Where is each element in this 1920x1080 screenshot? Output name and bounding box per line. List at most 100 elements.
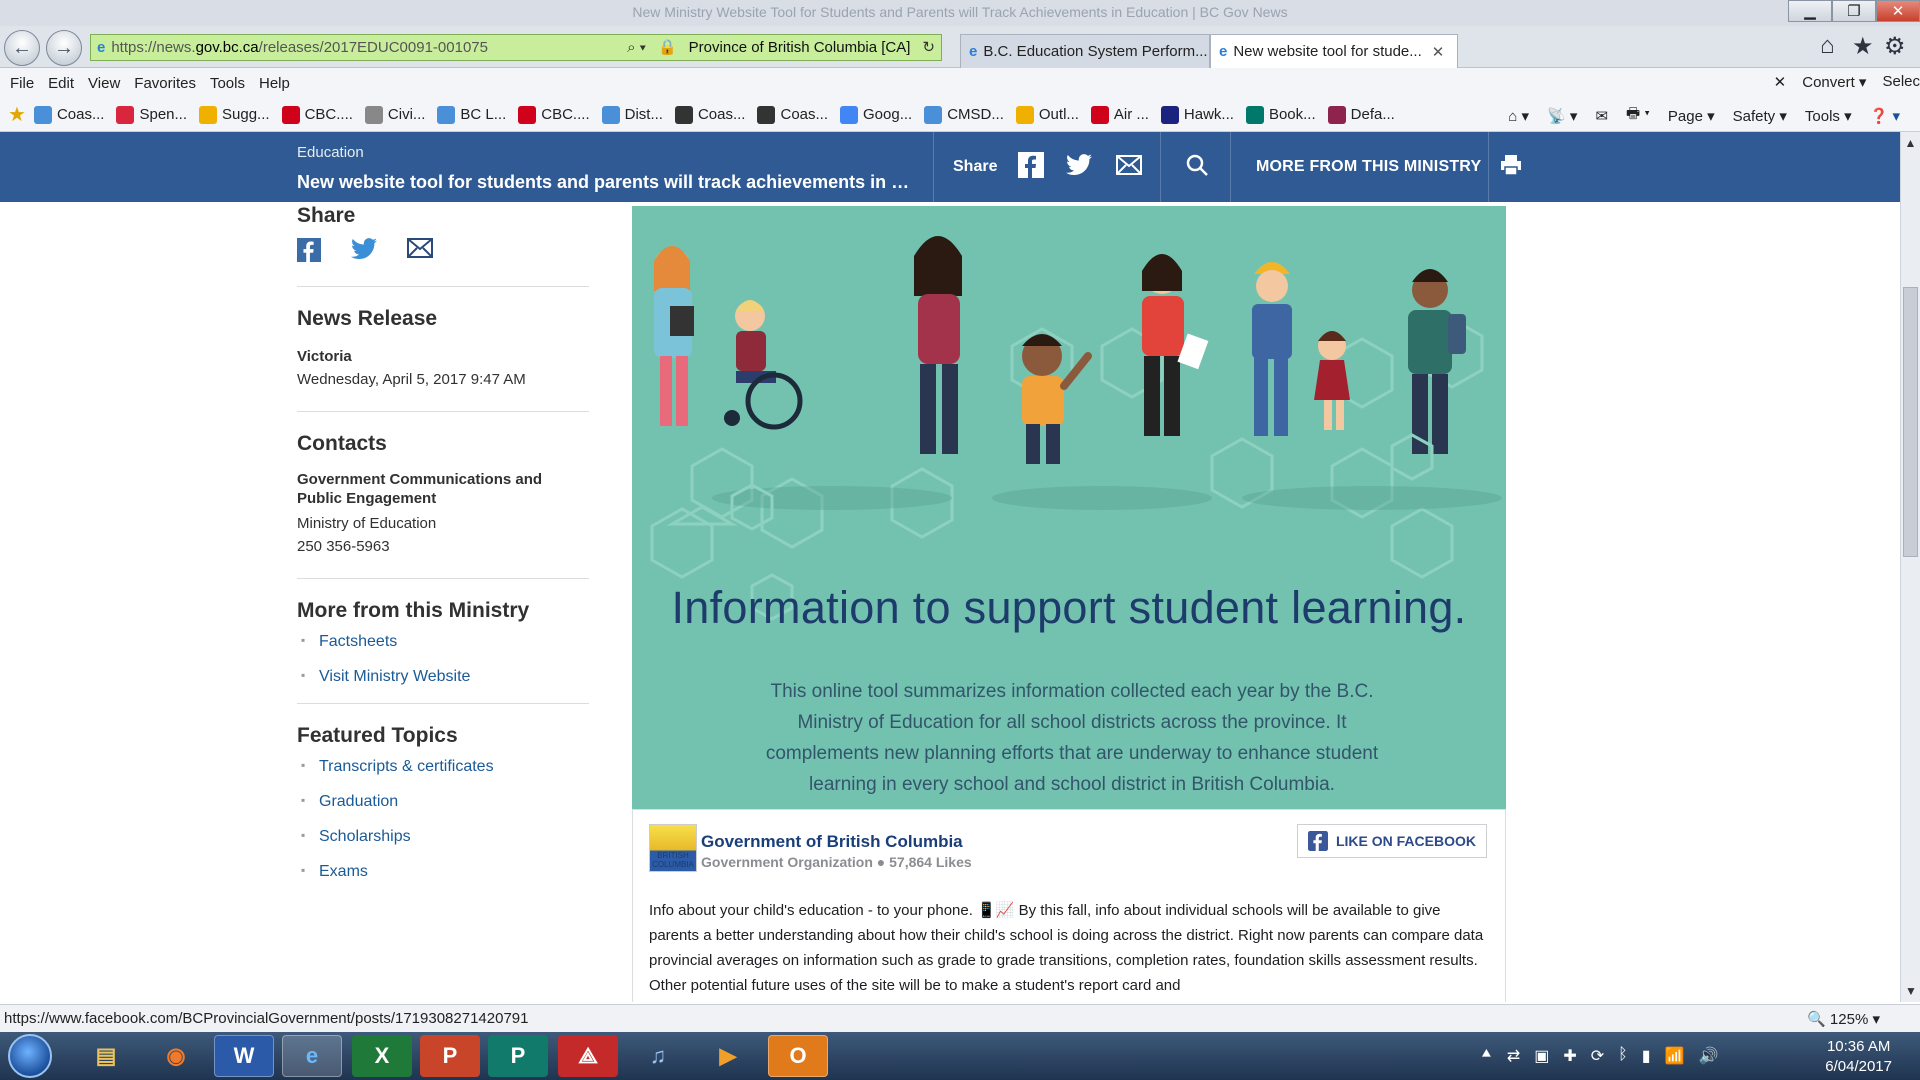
settings-gear-icon[interactable]: ⚙ [1884, 32, 1906, 61]
address-url[interactable]: https://news.gov.bc.ca/releases/2017EDUC… [105, 39, 488, 56]
device-icon[interactable]: ▮ [1642, 1046, 1651, 1066]
home-dropdown-icon[interactable]: ⌂ ▾ [1508, 107, 1529, 125]
bluetooth-icon[interactable]: ᛒ [1618, 1046, 1628, 1066]
favorite-item[interactable]: CBC.... [281, 105, 353, 124]
volume-icon[interactable]: 🔊 [1699, 1046, 1719, 1066]
bc-government-logo[interactable]: BRITISH COLUMBIA [649, 824, 697, 872]
favorite-item[interactable]: CMSD... [924, 105, 1004, 124]
rss-icon[interactable]: 📡 ▾ [1547, 107, 1577, 125]
media-player-icon[interactable]: ▶ [698, 1035, 758, 1077]
print-icon[interactable] [1496, 150, 1526, 180]
internet-explorer-icon[interactable]: e [282, 1035, 342, 1077]
favorite-item[interactable]: Sugg... [199, 105, 270, 124]
vertical-scrollbar[interactable]: ▲ ▼ [1900, 132, 1920, 1002]
facebook-page-name[interactable]: Government of British Columbia [701, 832, 963, 852]
link-graduation[interactable]: Graduation [297, 793, 589, 811]
signal-icon[interactable]: 📶 [1665, 1046, 1685, 1066]
favorite-item[interactable]: Book... [1245, 105, 1316, 124]
network-icon[interactable]: ⇄ [1507, 1046, 1520, 1066]
figure-waving-boy [1022, 334, 1092, 464]
favorite-item[interactable]: Spen... [116, 105, 187, 124]
favorite-item[interactable]: BC L... [437, 105, 506, 124]
tray-expand-icon[interactable]: ⯅ [1480, 1046, 1493, 1066]
facebook-icon[interactable] [297, 238, 321, 266]
favorites-star-icon[interactable]: ★ [8, 102, 26, 127]
menu-favorites[interactable]: Favorites [134, 75, 196, 92]
twitter-icon[interactable] [351, 238, 377, 266]
close-window-button[interactable]: ✕ [1876, 0, 1920, 22]
powerpoint-icon[interactable]: P [420, 1035, 480, 1077]
favorite-item[interactable]: Civi... [364, 105, 425, 124]
close-tab-icon[interactable]: ✕ [1432, 43, 1445, 61]
refresh-icon[interactable]: ↻ [922, 38, 935, 56]
scrollbar-thumb[interactable] [1903, 287, 1918, 557]
email-icon[interactable] [407, 238, 433, 266]
coast-icon [674, 105, 693, 124]
more-from-ministry-button[interactable]: MORE FROM THIS MINISTRY [1256, 158, 1481, 176]
favorites-star-icon[interactable]: ★ [1852, 32, 1874, 61]
system-clock[interactable]: 10:36 AM 6/04/2017 [1825, 1037, 1892, 1077]
link-exams[interactable]: Exams [297, 863, 589, 881]
publisher-icon[interactable]: P [488, 1035, 548, 1077]
zoom-level[interactable]: 🔍 125% ▾ [1807, 1010, 1880, 1028]
help-icon[interactable]: ❓ ▾ [1870, 107, 1900, 125]
favorite-item[interactable]: Coas... [33, 105, 104, 124]
lock-icon[interactable]: 🔒 [658, 38, 677, 56]
favorite-item[interactable]: Defa... [1327, 105, 1395, 124]
favorite-item[interactable]: Coas... [674, 105, 745, 124]
firefox-icon[interactable]: ◉ [146, 1035, 206, 1077]
minimize-button[interactable]: ▁ [1788, 0, 1832, 22]
security-icon[interactable]: ✚ [1563, 1046, 1576, 1066]
favorite-item[interactable]: Hawk... [1160, 105, 1234, 124]
link-visit-ministry-website[interactable]: Visit Ministry Website [297, 668, 589, 686]
site-identity[interactable]: Province of British Columbia [CA] [689, 39, 911, 56]
maximize-button[interactable]: ❐ [1832, 0, 1876, 22]
favorite-item[interactable]: Dist... [601, 105, 663, 124]
start-button[interactable] [8, 1034, 52, 1078]
email-icon[interactable] [1114, 150, 1144, 180]
favorite-item[interactable]: Coas... [757, 105, 828, 124]
link-factsheets[interactable]: Factsheets [297, 633, 589, 651]
favorite-item[interactable]: Goog... [840, 105, 912, 124]
back-button[interactable]: ← [4, 30, 40, 66]
search-icon[interactable]: ⌕ ▾ [627, 39, 646, 56]
like-on-facebook-button[interactable]: LIKE ON FACEBOOK [1296, 824, 1487, 858]
display-icon[interactable]: ▣ [1534, 1046, 1549, 1066]
link-transcripts[interactable]: Transcripts & certificates [297, 758, 589, 776]
search-icon[interactable] [1182, 150, 1212, 180]
scroll-up-arrow-icon[interactable]: ▲ [1901, 136, 1920, 150]
home-icon[interactable]: ⌂ [1820, 32, 1835, 60]
twitter-icon[interactable] [1064, 150, 1094, 180]
link-scholarships[interactable]: Scholarships [297, 828, 589, 846]
favorite-item[interactable]: CBC.... [518, 105, 590, 124]
menu-tools[interactable]: Tools [210, 75, 245, 92]
outlook-icon[interactable]: O [768, 1035, 828, 1077]
scroll-down-arrow-icon[interactable]: ▼ [1905, 984, 1917, 998]
forward-button[interactable]: → [46, 30, 82, 66]
address-bar[interactable]: e https://news.gov.bc.ca/releases/2017ED… [90, 34, 942, 61]
facebook-icon[interactable] [1016, 150, 1046, 180]
favorite-item[interactable]: Outl... [1015, 105, 1079, 124]
acrobat-icon[interactable]: ⟁ [558, 1035, 618, 1077]
excel-icon[interactable]: X [352, 1035, 412, 1077]
print-icon[interactable]: 🖶 ▾ [1626, 103, 1650, 128]
convert-button[interactable]: Convert ▾ [1802, 73, 1866, 91]
select-button[interactable]: Selec [1882, 73, 1920, 91]
tab-new-website-tool[interactable]: e New website tool for stude... ✕ [1210, 34, 1458, 68]
tools-menu[interactable]: Tools ▾ [1805, 107, 1852, 125]
page-menu[interactable]: Page ▾ [1668, 107, 1715, 125]
safety-menu[interactable]: Safety ▾ [1733, 107, 1787, 125]
itunes-icon[interactable]: ♫ [628, 1035, 688, 1077]
file-explorer-icon[interactable]: ▤ [76, 1035, 136, 1077]
word-icon[interactable]: W [214, 1035, 274, 1077]
menu-edit[interactable]: Edit [48, 75, 74, 92]
menu-view[interactable]: View [88, 75, 120, 92]
menu-file[interactable]: File [10, 75, 34, 92]
breadcrumb[interactable]: Education [297, 144, 364, 161]
menu-help[interactable]: Help [259, 75, 290, 92]
sync-icon[interactable]: ⟳ [1591, 1046, 1604, 1066]
read-mail-icon[interactable]: ✉ [1595, 107, 1608, 125]
favorite-item[interactable]: Air ... [1090, 105, 1149, 124]
tab-education-performance[interactable]: e B.C. Education System Perform... [960, 34, 1210, 68]
close-toolbar-icon[interactable]: ✕ [1774, 73, 1787, 91]
